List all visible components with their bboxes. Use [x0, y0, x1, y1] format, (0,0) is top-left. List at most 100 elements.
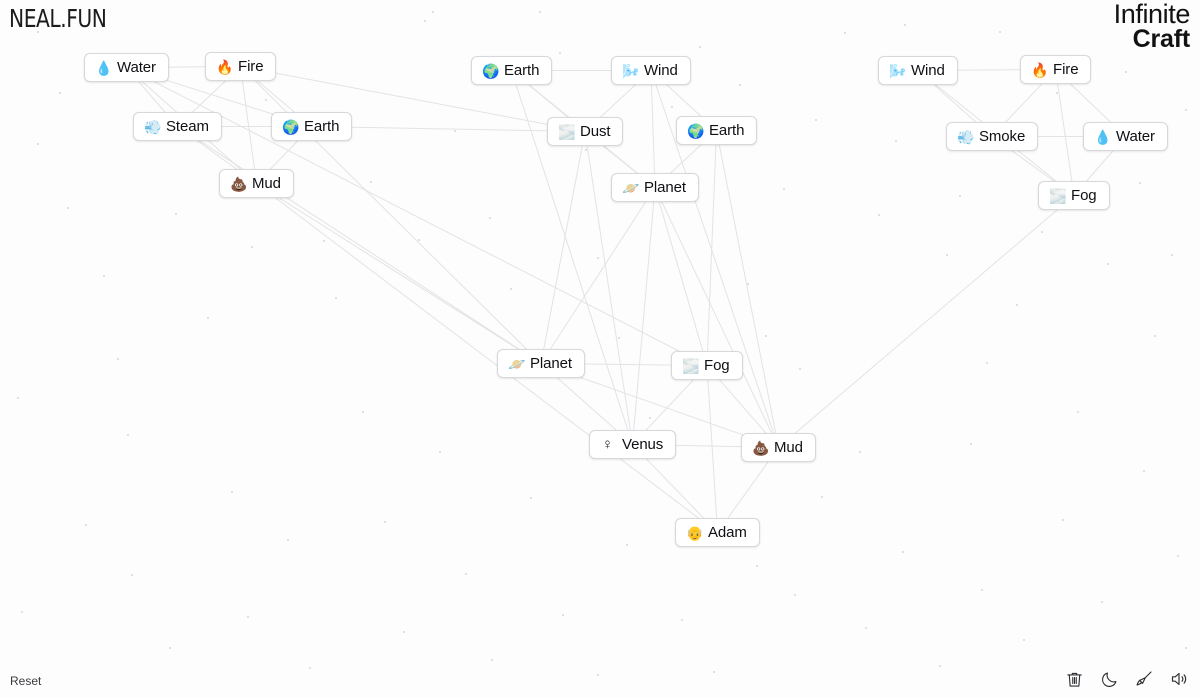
water-icon: 💧: [1094, 128, 1112, 145]
neal-fun-logo[interactable]: NEAL.FUN: [9, 4, 107, 33]
element-card-steam[interactable]: 💨 Steam: [133, 112, 222, 141]
element-card-smoke[interactable]: 💨 Smoke: [946, 122, 1039, 151]
background-dot: [648, 416, 652, 420]
background-dot: [488, 216, 492, 220]
broom-icon[interactable]: [1133, 668, 1155, 690]
moon-icon[interactable]: [1098, 668, 1120, 690]
background-dot: [84, 523, 88, 527]
reset-button[interactable]: Reset: [10, 674, 41, 688]
element-label: Smoke: [979, 128, 1026, 145]
connection-line: [654, 187, 779, 448]
background-dot: [250, 245, 254, 249]
element-card-planet[interactable]: 🪐 Planet: [497, 349, 585, 378]
speaker-icon[interactable]: [1168, 668, 1190, 690]
background-dot: [1142, 469, 1146, 473]
background-dot: [438, 450, 442, 454]
background-dot: [453, 129, 457, 133]
dust-icon: 🌫️: [558, 123, 576, 140]
background-dot: [509, 287, 513, 291]
background-dot: [206, 316, 210, 320]
element-card-fire[interactable]: 🔥 Fire: [205, 52, 277, 81]
background-dot: [625, 543, 629, 547]
element-card-wind[interactable]: 🌬️ Wind: [878, 56, 958, 85]
water-icon: 💧: [95, 59, 113, 76]
element-card-mud[interactable]: 💩 Mud: [219, 169, 294, 198]
background-dot: [361, 410, 365, 414]
smoke-icon: 💨: [957, 128, 975, 145]
element-card-water[interactable]: 💧 Water: [1083, 122, 1168, 151]
background-dot: [1124, 70, 1128, 74]
background-dot: [901, 550, 905, 554]
element-label: Water: [117, 59, 156, 76]
connection-lines: [126, 66, 1126, 533]
element-card-earth[interactable]: 🌍 Earth: [471, 56, 553, 85]
background-dot: [596, 256, 600, 260]
background-dot: [1176, 554, 1180, 558]
background-dot: [1015, 303, 1019, 307]
element-label: Fire: [1053, 61, 1079, 78]
element-card-earth[interactable]: 🌍 Earth: [271, 112, 353, 141]
background-dot: [1055, 91, 1059, 95]
element-label: Fog: [704, 357, 730, 374]
earth-icon: 🌍: [282, 118, 300, 135]
background-dot: [423, 19, 427, 23]
background-dot: [16, 396, 20, 400]
connection-line: [240, 66, 257, 184]
background-dot: [755, 564, 759, 568]
background-dot: [66, 206, 70, 210]
background-dot: [1170, 253, 1174, 257]
background-dot: [490, 658, 494, 662]
connection-line: [540, 131, 586, 364]
connection-line: [778, 195, 1075, 448]
connection-line: [654, 187, 708, 366]
element-card-fog[interactable]: 🌫️ Fog: [671, 351, 743, 380]
background-dot: [383, 520, 387, 524]
element-card-venus[interactable]: ♀ Venus: [589, 430, 677, 459]
background-dot: [1106, 262, 1110, 266]
element-card-adam[interactable]: 👴 Adam: [675, 518, 760, 547]
element-card-fire[interactable]: 🔥 Fire: [1020, 55, 1092, 84]
fire-icon: 🔥: [216, 58, 234, 75]
background-dot: [1138, 181, 1142, 185]
element-card-planet[interactable]: 🪐 Planet: [611, 173, 699, 202]
infinite-craft-board[interactable]: 💧 Water 🔥 Fire 🌍 Earth 🌬️ Wind 🌬️ Wind 🔥 Fire 💨 Steam…: [0, 0, 1200, 698]
element-card-water[interactable]: 💧 Water: [84, 53, 169, 82]
adam-icon: 👴: [686, 524, 704, 541]
background-dot: [1040, 230, 1044, 234]
element-card-fog[interactable]: 🌫️ Fog: [1038, 181, 1110, 210]
background-dot: [369, 180, 373, 184]
background-dot: [558, 51, 562, 55]
background-dot: [308, 666, 312, 670]
background-dot: [538, 10, 542, 14]
background-dot: [617, 336, 621, 340]
mud-icon: 💩: [230, 175, 248, 192]
element-label: Wind: [644, 62, 678, 79]
element-label: Adam: [708, 524, 747, 541]
background-dot: [174, 212, 178, 216]
trash-icon[interactable]: [1063, 668, 1085, 690]
background-dot: [126, 433, 130, 437]
background-dot: [698, 45, 702, 49]
element-card-mud[interactable]: 💩 Mud: [741, 433, 816, 462]
background-dot: [814, 118, 818, 122]
element-card-wind[interactable]: 🌬️ Wind: [611, 56, 691, 85]
connection-line: [706, 365, 718, 533]
connection-line: [540, 187, 656, 364]
background-dot: [230, 490, 234, 494]
element-card-dust[interactable]: 🌫️ Dust: [547, 117, 624, 146]
background-dot: [738, 83, 742, 87]
element-label: Fog: [1071, 187, 1097, 204]
background-dot: [36, 142, 40, 146]
background-dot: [998, 30, 1002, 34]
background-dot: [417, 238, 421, 242]
background-dot: [264, 98, 268, 102]
background-dot: [746, 282, 750, 286]
element-label: Fire: [238, 58, 264, 75]
wind-icon: 🌬️: [622, 62, 640, 79]
background-dot: [58, 91, 62, 95]
background-dot: [1076, 410, 1080, 414]
element-card-earth[interactable]: 🌍 Earth: [676, 116, 758, 145]
connection-line: [256, 183, 718, 533]
game-title: Infinite Craft: [1114, 1, 1191, 52]
element-label: Steam: [166, 118, 209, 135]
